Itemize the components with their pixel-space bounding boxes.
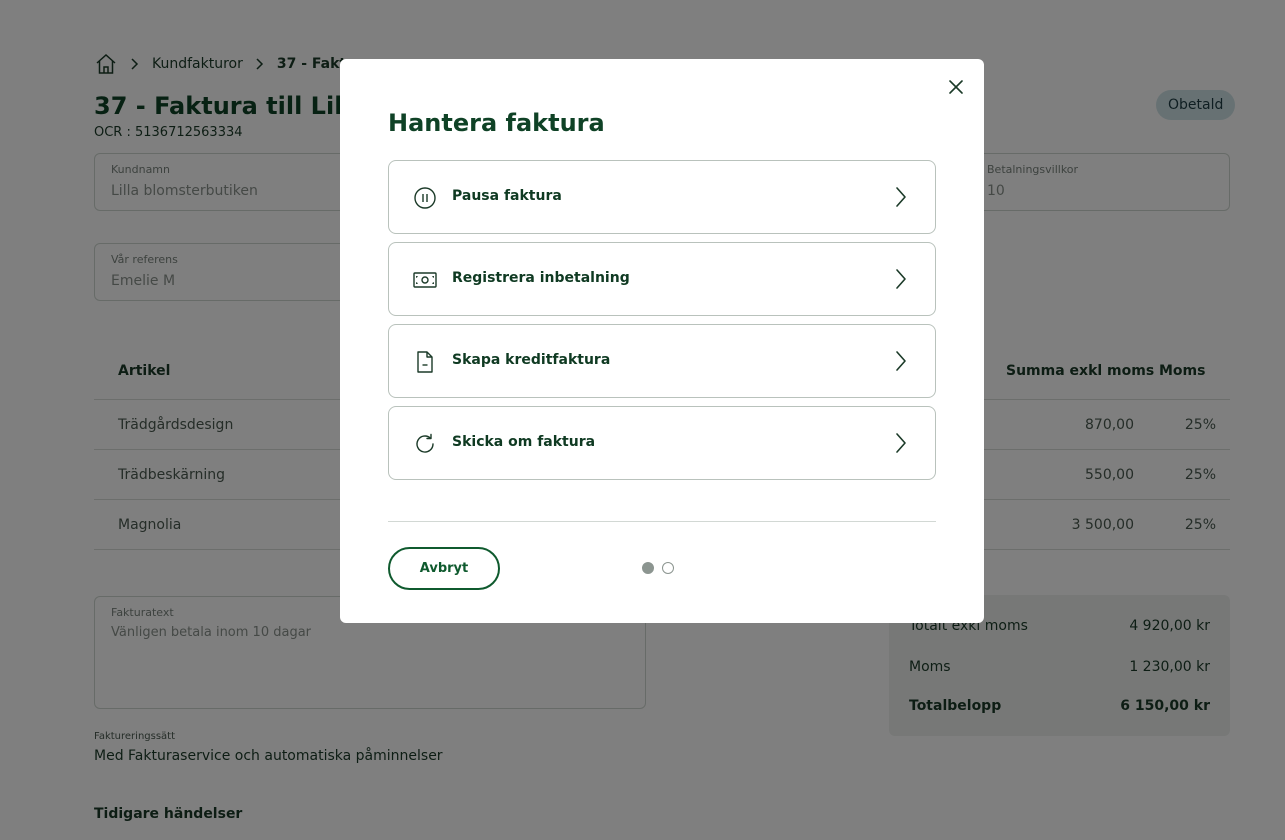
chevron-right-icon [889, 431, 913, 455]
chevron-right-icon [889, 267, 913, 291]
pause-icon [413, 186, 437, 210]
pagination-dot-2[interactable] [662, 562, 674, 574]
manage-invoice-modal: Hantera faktura Pausa faktura Registrera… [340, 59, 984, 623]
option-register-payment[interactable]: Registrera inbetalning [388, 242, 936, 316]
option-label: Pausa faktura [452, 188, 562, 204]
pagination-dots [642, 562, 674, 574]
chevron-right-icon [889, 185, 913, 209]
option-label: Skapa kreditfaktura [452, 352, 611, 368]
option-pause-invoice[interactable]: Pausa faktura [388, 160, 936, 234]
modal-divider [388, 521, 936, 522]
cancel-button[interactable]: Avbryt [388, 547, 500, 590]
document-minus-icon [413, 350, 437, 374]
pagination-dot-1[interactable] [642, 562, 654, 574]
option-resend-invoice[interactable]: Skicka om faktura [388, 406, 936, 480]
refresh-icon [413, 432, 437, 456]
modal-title: Hantera faktura [388, 109, 605, 137]
option-create-credit-invoice[interactable]: Skapa kreditfaktura [388, 324, 936, 398]
option-label: Skicka om faktura [452, 434, 596, 450]
banknote-icon [413, 268, 437, 292]
chevron-right-icon [889, 349, 913, 373]
option-label: Registrera inbetalning [452, 270, 630, 286]
close-icon[interactable] [944, 75, 968, 99]
